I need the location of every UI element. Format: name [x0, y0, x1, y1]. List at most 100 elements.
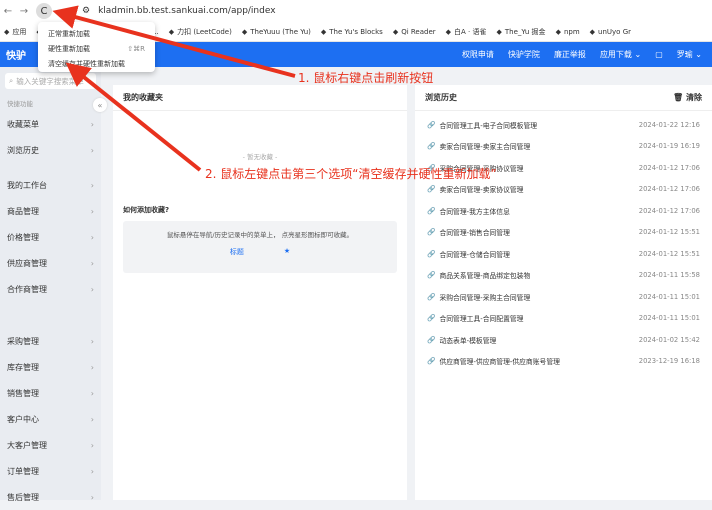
history-row[interactable]: 🔗 商品关系管理-商品绑定包装物 2024-01-11 15:58 [415, 265, 712, 287]
bookmark-3[interactable]: ◆ 力扣 (LeetCode) [169, 27, 232, 37]
history-entry: 🔗 商品关系管理-商品绑定包装物 [427, 270, 530, 280]
history-entry: 🔗 合同管理-我方主体信息 [427, 206, 510, 216]
sidebar-item[interactable]: 商品管理 › [0, 198, 101, 224]
bookmark-0[interactable]: ◆ 应用 [4, 27, 26, 37]
sidebar-item-label: 合作商管理 [7, 284, 47, 294]
sidebar-item-label: 供应商管理 [7, 258, 47, 268]
sidebar-item[interactable]: 售后管理 › [0, 484, 101, 510]
sidebar-item[interactable]: 销售管理 › [0, 380, 101, 406]
bookmark-label: 白A · 语雀 [454, 27, 487, 36]
bookmark-5[interactable]: ◆ The Yu's Blocks [321, 28, 383, 36]
logo: 快驴 [6, 51, 26, 62]
history-time: 2024-01-19 16:19 [638, 142, 700, 151]
history-row[interactable]: 🔗 采购合同管理-采购主合同管理 2024-01-11 15:01 [415, 286, 712, 308]
favorites-card: 我的收藏夹 - 暂无收藏 - 如何添加收藏? 鼠标悬停在导航/历史记录中的菜单上… [113, 85, 407, 500]
history-name: 供应商管理-供应商管理-供应商账号管理 [439, 358, 560, 367]
user-menu[interactable]: 罗瑜 ⌄ [677, 49, 702, 60]
sidebar-item[interactable]: 价格管理 › [0, 224, 101, 250]
sidebar-item[interactable]: 库存管理 › [0, 354, 101, 380]
history-entry: 🔗 供应商管理-供应商管理-供应商账号管理 [427, 356, 560, 366]
history-time: 2024-01-11 15:01 [638, 314, 700, 323]
history-row[interactable]: 🔗 合同管理工具-电子合同模板管理 2024-01-22 12:16 [415, 114, 712, 136]
history-entry: 🔗 合同管理-仓储合同管理 [427, 249, 510, 259]
address-bar[interactable]: kladmin.bb.test.sankuai.com/app/index [98, 6, 275, 16]
header-nav-item[interactable]: 快驴学院 [508, 49, 540, 60]
link-icon: 🔗 [427, 206, 436, 215]
bookmark-label: npm [563, 27, 580, 36]
sidebar-item [0, 302, 101, 328]
link-icon: 🔗 [427, 185, 436, 194]
history-row[interactable]: 🔗 卖家合同管理-卖家主合同管理 2024-01-19 16:19 [415, 136, 712, 158]
header-nav-item[interactable]: 廉正举报 [554, 49, 586, 60]
menu-item-shortcut: ⇧⌘R [127, 44, 145, 53]
sidebar-item[interactable]: 客户中心 › [0, 406, 101, 432]
bookmark-7[interactable]: ◆ 白A · 语雀 [446, 27, 487, 37]
history-time: 2024-01-11 15:01 [638, 292, 700, 301]
chevron-right-icon: › [90, 362, 94, 372]
bookmark-6[interactable]: ◆ Qi Reader [393, 28, 436, 36]
bookmark-8[interactable]: ◆ The_Yu 掘金 [497, 27, 546, 37]
history-row[interactable]: 🔗 供应商管理-供应商管理-供应商账号管理 2023-12-19 16:18 [415, 351, 712, 373]
history-time: 2024-01-12 17:06 [638, 185, 700, 194]
site-info-icon[interactable]: ⚙ [82, 6, 90, 16]
sidebar-quick-item[interactable]: 浏览历史 › [0, 137, 101, 163]
bookmark-9[interactable]: ◆ npm [556, 28, 580, 36]
sidebar-item[interactable]: 供应商管理 › [0, 250, 101, 276]
bookmark-icon: ◆ [168, 27, 175, 36]
bookmark-4[interactable]: ◆ TheYuuu (The Yu) [242, 28, 311, 36]
context-menu-item[interactable]: 硬性重新加载 ⇧⌘R [38, 41, 155, 56]
reload-button[interactable]: C [36, 3, 52, 19]
sidebar-item-label: 库存管理 [7, 362, 39, 372]
sidebar-item[interactable]: 订单管理 › [0, 458, 101, 484]
bookmark-icon: ◆ [241, 27, 248, 36]
history-time: 2024-01-02 15:42 [638, 335, 700, 344]
section-label: 快捷功能 [7, 100, 33, 108]
sidebar-quick-item[interactable]: 收藏菜单 › [0, 111, 101, 137]
bookmark-icon: ◆ [4, 27, 10, 36]
notification-icon[interactable]: ▢ [655, 50, 663, 59]
link-icon: 🔗 [427, 142, 436, 151]
sidebar-item[interactable]: 大客户管理 › [0, 432, 101, 458]
chevron-right-icon: › [90, 336, 94, 346]
sidebar-item-label: 销售管理 [7, 388, 39, 398]
chevron-right-icon: › [90, 388, 94, 398]
history-row[interactable]: 🔗 合同管理-销售合同管理 2024-01-12 15:51 [415, 222, 712, 244]
forward-button[interactable]: → [16, 6, 32, 17]
menu-search-input[interactable]: ⌕ 输入关键字搜索菜单 [5, 73, 96, 89]
annotation-1: 1. 鼠标右键点击刷新按钮 [298, 71, 434, 85]
history-row[interactable]: 🔗 合同管理-我方主体信息 2024-01-12 17:06 [415, 200, 712, 222]
bookmark-10[interactable]: ◆ unUyo Gr [590, 28, 631, 36]
sidebar-item-label: 采购管理 [7, 336, 39, 346]
header-nav-item[interactable]: 应用下载 ⌄ [600, 49, 641, 60]
history-row[interactable]: 🔗 合同管理工具-合同配置管理 2024-01-11 15:01 [415, 308, 712, 330]
history-row[interactable]: 🔗 动态表单-模板管理 2024-01-02 15:42 [415, 329, 712, 351]
link-icon: 🔗 [427, 357, 436, 366]
chevron-right-icon: › [90, 440, 94, 450]
link-icon: 🔗 [427, 249, 436, 258]
trash-icon: 🗑 [673, 93, 684, 102]
link-icon: 🔗 [427, 120, 436, 129]
header-nav-item[interactable]: 权限申请 [462, 49, 494, 60]
sidebar-item[interactable]: 我的工作台 › [0, 172, 101, 198]
clear-history-button[interactable]: 🗑 清除 [673, 92, 702, 103]
history-row[interactable]: 🔗 合同管理-仓储合同管理 2024-01-12 15:51 [415, 243, 712, 265]
bookmark-icon: ◆ [589, 27, 596, 36]
empty-text: - 暂无收藏 - [242, 153, 278, 161]
collapse-sidebar-button[interactable]: « [93, 98, 107, 112]
chevron-right-icon: › [90, 466, 94, 476]
menu-item-label: 清空缓存并硬性重新加载 [48, 59, 125, 68]
context-menu-item[interactable]: 正常重新加载 [38, 26, 155, 41]
history-name: 商品关系管理-商品绑定包装物 [439, 272, 531, 281]
bookmark-icon: ◆ [496, 27, 502, 36]
context-menu-item[interactable]: 清空缓存并硬性重新加载 [38, 56, 155, 71]
history-time: 2023-12-19 16:18 [638, 357, 700, 366]
bookmark-icon: ◆ [320, 27, 327, 36]
history-time: 2024-01-22 12:16 [638, 120, 700, 129]
history-entry: 🔗 动态表单-模板管理 [427, 335, 496, 345]
history-name: 合同管理-我方主体信息 [439, 207, 510, 216]
sidebar-item[interactable]: 合作商管理 › [0, 276, 101, 302]
sidebar-item[interactable]: 采购管理 › [0, 328, 101, 354]
back-button[interactable]: ← [0, 6, 16, 17]
history-time: 2024-01-12 17:06 [638, 163, 700, 172]
bookmark-label: The Yu's Blocks [329, 27, 383, 36]
